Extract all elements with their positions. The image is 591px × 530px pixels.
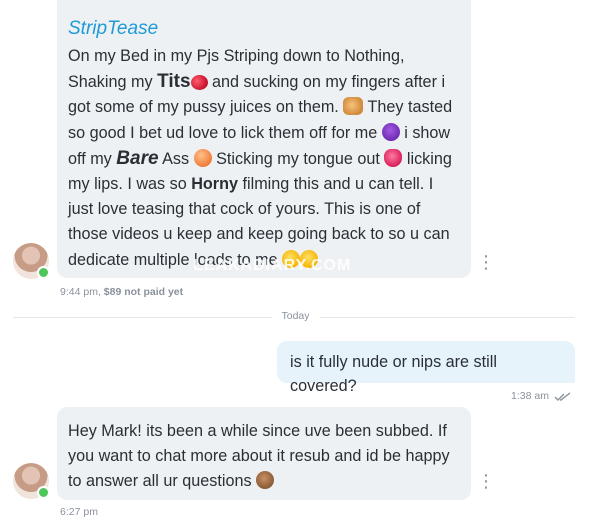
cherries-icon <box>190 75 208 91</box>
smiling-devil-icon <box>381 122 400 141</box>
message-time: 1:38 am <box>511 390 549 402</box>
online-status-dot <box>37 266 50 279</box>
message-meta: 6:27 pm <box>60 506 98 518</box>
online-status-dot <box>37 486 50 499</box>
chat-thread: StripTease On my Bed in my Pjs Striping … <box>0 0 591 530</box>
outgoing-message-bubble[interactable]: is it fully nude or nips are still cover… <box>277 341 575 395</box>
incoming-message-bubble[interactable]: StripTease On my Bed in my Pjs Striping … <box>57 0 471 278</box>
more-options-icon[interactable]: ⋮ <box>476 252 496 272</box>
tongue-icon <box>384 148 403 167</box>
avatar[interactable] <box>13 243 50 279</box>
message-time: 6:27 pm <box>60 506 98 518</box>
message-text: is it fully nude or nips are still cover… <box>290 353 497 395</box>
message-meta: 9:44 pm, $89 not paid yet <box>60 286 183 298</box>
message-text: Hey Mark! its been a while since uve bee… <box>68 422 450 491</box>
cat-face-icon <box>343 97 364 116</box>
drooling-face-icon <box>282 249 301 268</box>
message-meta: 1:38 am <box>511 390 549 402</box>
avatar[interactable] <box>13 463 50 499</box>
peach-icon <box>193 148 212 167</box>
relieved-face-icon <box>300 249 319 268</box>
message-text: On my Bed in my Pjs Striping down to Not… <box>68 47 453 269</box>
message-time: 9:44 pm, <box>60 286 101 298</box>
double-check-icon <box>554 392 571 401</box>
message-title: StripTease <box>68 18 159 39</box>
date-divider-label: Today <box>271 310 320 322</box>
price-status: $89 not paid yet <box>103 286 184 298</box>
more-options-icon[interactable]: ⋮ <box>476 471 496 491</box>
see-no-evil-monkey-icon <box>256 471 275 490</box>
incoming-message-bubble[interactable]: Hey Mark! its been a while since uve bee… <box>57 407 471 500</box>
